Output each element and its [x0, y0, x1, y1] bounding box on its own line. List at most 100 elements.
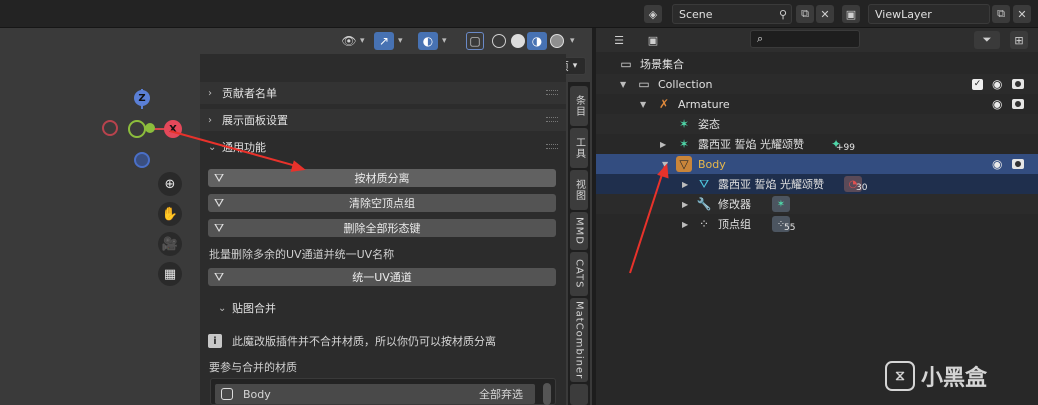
tab-mmd[interactable]: MMD: [570, 212, 588, 250]
tab-view[interactable]: 视图: [570, 170, 588, 210]
watermark: ⧖ 小黑盒: [885, 360, 987, 392]
zoom-icon[interactable]: ⊕: [158, 172, 182, 196]
camera-icon[interactable]: [1012, 99, 1024, 109]
tab-matcombiner[interactable]: MatCombiner: [570, 298, 588, 382]
viewlayer-selector[interactable]: ViewLayer: [868, 4, 990, 24]
material-list[interactable]: Body 全部弃选: [210, 378, 556, 405]
scene-browse-icon[interactable]: ◈: [644, 5, 662, 23]
material-count-badge: 30: [856, 183, 868, 193]
material-list-scrollbar[interactable]: [543, 383, 551, 405]
expand-down-icon[interactable]: ▼: [640, 100, 646, 109]
vertex-group-icon: ⁘: [698, 217, 710, 231]
pose-label: 姿态: [698, 118, 720, 131]
material-row[interactable]: Body 全部弃选: [215, 384, 535, 404]
xray-toggle-icon[interactable]: ▢: [466, 32, 484, 50]
visibility-dropdown-icon[interactable]: ▾: [360, 32, 370, 50]
delete-scene-icon[interactable]: ✕: [816, 5, 834, 23]
chevron-right-icon: ›: [208, 87, 212, 99]
eye-icon[interactable]: ◉: [992, 157, 1002, 171]
overlay-dropdown-icon[interactable]: ▾: [442, 32, 452, 50]
expand-right-icon[interactable]: ▶: [682, 200, 688, 209]
drag-grip-icon[interactable]: [546, 144, 558, 149]
mesh-triangle-icon: ⛛: [213, 170, 225, 185]
gizmo-neg-z-axis[interactable]: [134, 152, 150, 168]
material-shading-icon[interactable]: ◑: [527, 32, 547, 50]
checkbox-icon[interactable]: ✓: [972, 78, 983, 90]
separate-by-material-button[interactable]: 按材质分离: [208, 169, 556, 187]
eye-icon[interactable]: ◉: [992, 77, 1002, 91]
camera-icon[interactable]: [1012, 159, 1024, 169]
rendered-shading-icon[interactable]: [550, 34, 564, 48]
tab-tool-label: 工具: [573, 137, 585, 159]
info-icon: i: [208, 334, 222, 348]
filter-icon[interactable]: ⏷: [974, 31, 1000, 49]
section-contributors-label: 贡献者名单: [222, 87, 277, 100]
section-texture-merge[interactable]: ⌄ 贴图合并: [210, 297, 560, 319]
outliner-row-vertex-groups[interactable]: ▶ ⁘ 顶点组 ⁘ 55: [596, 214, 1038, 234]
chevron-down-icon: ▾: [572, 61, 578, 71]
armature-data-label: 露西亚 誓焰 光耀颂赞: [698, 138, 804, 151]
section-contributors[interactable]: › 贡献者名单: [200, 82, 566, 104]
outliner-row-pose[interactable]: ✶ 姿态: [596, 114, 1038, 134]
deselect-all-button[interactable]: 全部弃选: [479, 386, 523, 402]
wireframe-shading-icon[interactable]: [492, 34, 506, 48]
gizmo-z-label: Z: [138, 92, 146, 104]
gizmo-y-axis[interactable]: [128, 120, 146, 138]
info-message: i 此魔改版插件并不合并材质，所以你仍可以按材质分离: [208, 331, 560, 351]
new-viewlayer-icon[interactable]: ⧉: [992, 5, 1010, 23]
visibility-icon[interactable]: 👁: [340, 32, 358, 50]
pin-icon[interactable]: ⚲: [774, 5, 792, 23]
gizmo-neg-x-axis[interactable]: [102, 120, 118, 136]
gizmo-y-positive[interactable]: [145, 123, 155, 133]
expand-down-icon[interactable]: ▼: [620, 80, 626, 89]
watermark-logo-icon: ⧖: [885, 361, 915, 391]
tab-cats[interactable]: CATS: [570, 252, 588, 296]
mesh-triangle-icon: ⛛: [213, 195, 225, 210]
expand-right-icon[interactable]: ▶: [682, 180, 688, 189]
outliner-row-armature[interactable]: ▼ ✗ Armature ◉: [596, 94, 1038, 114]
expand-right-icon[interactable]: ▶: [660, 140, 666, 149]
filter-collections-icon[interactable]: ▣: [644, 31, 662, 49]
outliner-row-armature-data[interactable]: ▶ ✶ 露西亚 誓焰 光耀颂赞 ✦ +99: [596, 134, 1038, 154]
info-text: 此魔改版插件并不合并材质，所以你仍可以按材质分离: [232, 335, 496, 348]
camera-icon[interactable]: [1012, 79, 1024, 89]
outliner-row-body-mesh[interactable]: ▶ ⛛ 露西亚 誓焰 光耀颂赞 ◔ 30: [596, 174, 1038, 194]
overlay-toggle-icon[interactable]: ◐: [418, 32, 438, 50]
pan-hand-icon[interactable]: ✋: [158, 202, 182, 226]
section-display-settings[interactable]: › 展示面板设置: [200, 109, 566, 131]
new-scene-icon[interactable]: ⧉: [796, 5, 814, 23]
tab-matcombiner-label: MatCombiner: [573, 300, 585, 380]
perspective-grid-icon[interactable]: ▦: [158, 262, 182, 286]
clear-empty-vertex-groups-button[interactable]: 清除空顶点组: [208, 194, 556, 212]
solid-shading-icon[interactable]: [511, 34, 525, 48]
gizmo-dropdown-icon[interactable]: ▾: [398, 32, 408, 50]
outliner-row-scene-collection[interactable]: ▭ 场景集合: [596, 54, 1038, 74]
camera-view-icon[interactable]: 🎥: [158, 232, 182, 256]
viewlayer-browse-icon[interactable]: ▣: [842, 5, 860, 23]
outliner-search-input[interactable]: ⌕: [750, 30, 860, 48]
delete-viewlayer-icon[interactable]: ✕: [1013, 5, 1031, 23]
delete-all-shape-keys-button[interactable]: 删除全部形态键: [208, 219, 556, 237]
gizmo-toggle-icon[interactable]: ↗: [374, 32, 394, 50]
display-mode-icon[interactable]: ☰: [610, 31, 628, 49]
eye-icon[interactable]: ◉: [992, 97, 1002, 111]
drag-grip-icon[interactable]: [546, 90, 558, 95]
pose-icon: ✶: [678, 117, 690, 131]
mesh-object-icon: ▽: [676, 156, 692, 172]
material-name: Body: [243, 387, 271, 401]
materials-to-merge-label: 要参与合并的材质: [209, 361, 297, 374]
tab-item[interactable]: 条目: [570, 86, 588, 126]
gizmo-z-axis[interactable]: Z: [134, 90, 150, 106]
vertex-group-count-badge: 55: [784, 223, 796, 233]
outliner-row-modifiers[interactable]: ▶ 🔧 修改器 ✶: [596, 194, 1038, 214]
modifiers-label: 修改器: [718, 198, 751, 211]
expand-right-icon[interactable]: ▶: [682, 220, 688, 229]
outliner-row-collection[interactable]: ▼ ▭ Collection ✓ ◉: [596, 74, 1038, 94]
new-collection-icon[interactable]: ⊞: [1010, 31, 1028, 49]
drag-grip-icon[interactable]: [546, 117, 558, 122]
shading-dropdown-icon[interactable]: ▾: [570, 32, 580, 50]
tab-tool[interactable]: 工具: [570, 128, 588, 168]
unify-uv-channel-button[interactable]: 统一UV通道: [208, 268, 556, 286]
gizmo-x-axis[interactable]: X: [164, 120, 182, 138]
tab-more[interactable]: [570, 384, 588, 405]
